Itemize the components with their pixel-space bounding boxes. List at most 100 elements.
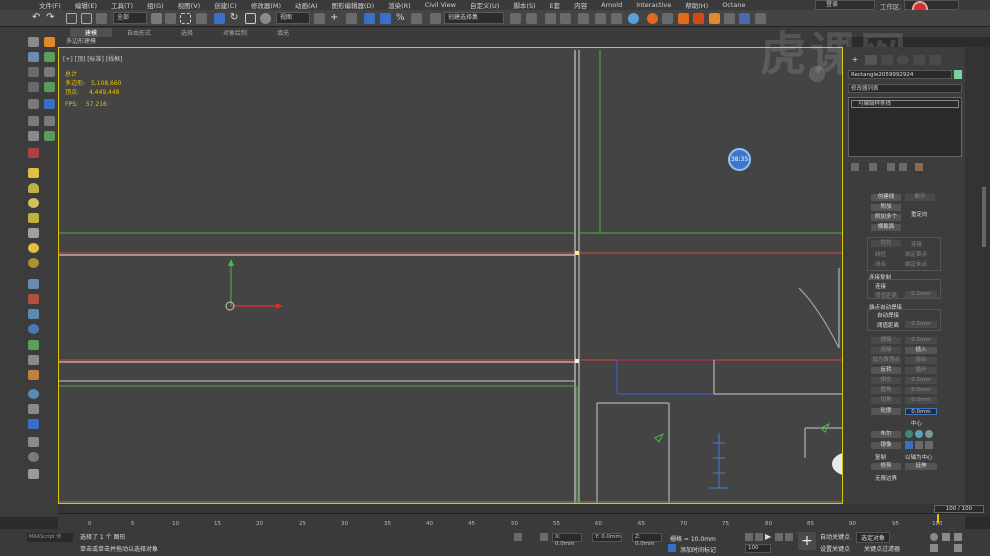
tool-sun-icon[interactable] <box>28 243 39 253</box>
z-coord-field[interactable]: Z: 0.0mm <box>632 533 662 547</box>
isolate-icon[interactable] <box>514 533 522 541</box>
connect-button[interactable]: 连接 <box>871 347 901 354</box>
render-iterative-icon[interactable] <box>693 13 704 24</box>
cp-motion-tab[interactable] <box>897 55 909 65</box>
selection-lock-icon[interactable] <box>540 533 548 541</box>
cross-insert-button[interactable]: 相交 <box>871 377 901 384</box>
pivot-icon[interactable] <box>314 13 325 24</box>
menu-content[interactable]: 内容 <box>567 0 594 10</box>
menu-octane[interactable]: Octane <box>715 1 752 9</box>
menu-civil-view[interactable]: Civil View <box>418 1 463 9</box>
schematic-view-icon[interactable] <box>611 13 622 24</box>
tool-green-grid-icon[interactable] <box>44 82 55 92</box>
tab-freeform[interactable]: 自由形式 <box>112 28 166 37</box>
tool-pipe-icon[interactable] <box>28 116 39 126</box>
cp-display-tab[interactable] <box>913 55 925 65</box>
remove-modifier-icon[interactable] <box>899 163 907 171</box>
select-object-icon[interactable] <box>151 13 162 24</box>
menu-modifiers[interactable]: 修改器(M) <box>244 0 288 10</box>
menu-group[interactable]: 组(G) <box>140 0 171 10</box>
add-time-tag[interactable]: 添加时间标记 <box>680 545 716 554</box>
menu-animation[interactable]: 动画(A) <box>288 0 325 10</box>
attach-button[interactable]: 附加 <box>871 204 901 211</box>
command-panel-scrollbar[interactable] <box>965 47 990 517</box>
tool-grid-icon[interactable] <box>28 67 39 77</box>
align-icon[interactable] <box>526 13 537 24</box>
layer-explorer-icon[interactable] <box>545 13 556 24</box>
viewport-top[interactable]: [+] [顶] [标准] [线框] 总计 多边形: 5,108,660 顶点: … <box>58 47 843 504</box>
bind-space-warp-icon[interactable] <box>96 13 107 24</box>
tool-cross-icon[interactable] <box>44 67 55 77</box>
menu-interactive[interactable]: Interactive <box>629 1 678 9</box>
angle-snap-icon[interactable] <box>380 13 391 24</box>
closed-checkbox[interactable]: 闭合 <box>875 260 886 268</box>
snap-3d-icon[interactable] <box>364 13 375 24</box>
scene-explorer-icon[interactable] <box>560 13 571 24</box>
next-frame-icon[interactable] <box>775 533 783 541</box>
menu-view[interactable]: 视图(V) <box>171 0 208 10</box>
tool-cone-icon[interactable] <box>28 213 39 223</box>
time-tag-icon[interactable] <box>668 544 676 552</box>
time-slider[interactable]: 100 / 100 <box>58 504 984 513</box>
tab-populate[interactable]: 填充 <box>262 28 304 37</box>
fuse-button[interactable]: 熔合 <box>905 357 937 364</box>
auto-key-button[interactable]: 自动关键点 <box>820 532 850 541</box>
stack-item-editable-spline[interactable]: 可编辑样条线 <box>851 100 959 108</box>
outline-spinner[interactable]: 0.0mm <box>905 408 937 415</box>
copy-checkbox[interactable]: 复制 <box>875 453 886 461</box>
bind-first-checkbox[interactable]: 绑定首点 <box>905 250 927 258</box>
reorient-checkbox[interactable]: 重定向 <box>911 210 928 218</box>
menu-customize[interactable]: 自定义(U) <box>463 0 506 10</box>
menu-arnold[interactable]: Arnold <box>594 1 629 9</box>
tab-object-paint[interactable]: 对象绘制 <box>208 28 262 37</box>
mirror-both-icon[interactable] <box>925 441 933 449</box>
play-icon[interactable]: ▶ <box>765 533 773 541</box>
about-pivot-checkbox[interactable]: 以轴为中心 <box>905 453 933 461</box>
outline-button[interactable]: 轮廓 <box>871 408 901 415</box>
pan-icon[interactable] <box>942 533 950 541</box>
graphite-toggle-icon[interactable] <box>578 13 589 24</box>
render-setup-icon[interactable] <box>647 13 658 24</box>
add-keyframe-icon[interactable]: + <box>798 532 816 550</box>
tool-ball-icon[interactable] <box>28 324 39 334</box>
reference-coord-dropdown[interactable]: 视图 <box>276 12 310 24</box>
bool-union-icon[interactable] <box>905 430 913 438</box>
cross-section-button[interactable]: 横截面 <box>871 224 901 231</box>
fillet-button[interactable]: 圆角 <box>871 387 901 394</box>
tool-leaf-icon[interactable] <box>44 52 55 62</box>
tool-chart-icon[interactable] <box>28 355 39 365</box>
undo-icon[interactable]: ↶ <box>32 13 43 24</box>
cp-utilities-tab[interactable] <box>929 55 941 65</box>
tool-brush-icon[interactable] <box>28 99 39 109</box>
tool-spline-icon[interactable] <box>28 279 39 289</box>
placement-icon[interactable] <box>260 13 271 24</box>
tab-selection[interactable]: 选择 <box>166 28 208 37</box>
material-editor-icon[interactable] <box>628 13 639 24</box>
cp-modify-tab[interactable] <box>865 55 877 65</box>
maxscript-listener[interactable]: MAXScript 侦 <box>27 533 73 542</box>
menu-e-set[interactable]: E套 <box>543 0 568 10</box>
maximize-viewport-icon[interactable] <box>954 544 962 552</box>
rs-icon[interactable] <box>739 13 750 24</box>
weld-button[interactable]: 焊接 <box>871 337 901 344</box>
tool-rc-icon[interactable] <box>44 99 55 109</box>
unlink-icon[interactable] <box>81 13 92 24</box>
rendered-frame-icon[interactable] <box>662 13 673 24</box>
tool-camera-icon[interactable] <box>28 148 39 158</box>
mirror-button[interactable]: 镜像 <box>871 442 901 449</box>
tool-dome-icon[interactable] <box>28 183 39 193</box>
modifier-list-dropdown[interactable]: 修改器列表 <box>848 84 962 93</box>
extend-button[interactable]: 延伸 <box>905 463 937 470</box>
boolean-button[interactable]: 布尔 <box>871 431 901 438</box>
scale-icon[interactable] <box>245 13 256 24</box>
menu-file[interactable]: 文件(F) <box>32 0 68 10</box>
mirror-icon[interactable] <box>510 13 521 24</box>
refine-button[interactable]: 优化 <box>871 240 901 247</box>
tool-drop-icon[interactable] <box>28 370 39 380</box>
insert-button[interactable]: 插入 <box>905 347 937 354</box>
infinite-bounds-checkbox[interactable]: 无限边界 <box>875 474 897 482</box>
tool-file-icon[interactable] <box>28 469 39 479</box>
menu-create[interactable]: 创建(C) <box>207 0 244 10</box>
tool-box-icon[interactable] <box>28 168 39 178</box>
frame-counter[interactable]: 100 / 100 <box>934 505 984 513</box>
